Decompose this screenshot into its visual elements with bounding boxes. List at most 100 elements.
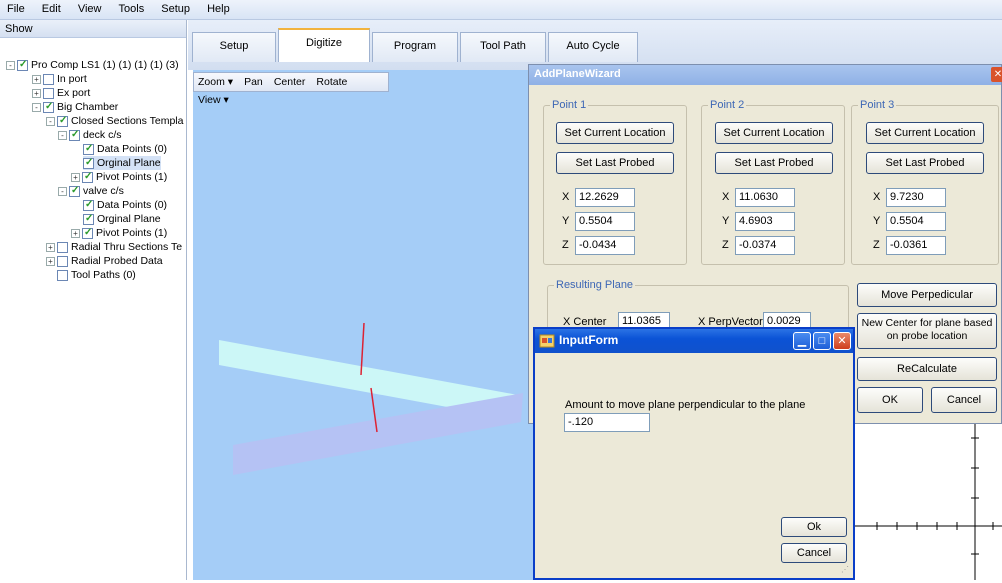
set-last-probed-button[interactable]: Set Last Probed	[715, 152, 833, 174]
3d-viewport[interactable]	[193, 70, 533, 580]
y-label: Y	[722, 215, 730, 227]
set-last-probed-button[interactable]: Set Last Probed	[556, 152, 674, 174]
node-checkbox[interactable]	[69, 128, 80, 142]
menu-setup[interactable]: Setup	[154, 0, 197, 15]
amount-input[interactable]: -.120	[564, 413, 650, 432]
z-field[interactable]: -0.0434	[575, 236, 635, 255]
ok-button[interactable]: OK	[857, 387, 923, 413]
x-label: X	[562, 191, 570, 203]
tree-node[interactable]: -Pro Comp LS1 (1) (1) (1) (1) (3)	[6, 58, 179, 72]
node-checkbox[interactable]	[17, 58, 28, 72]
z-field[interactable]: -0.0361	[886, 236, 946, 255]
menu-edit[interactable]: Edit	[35, 0, 68, 15]
view-menu[interactable]: View ▾	[194, 91, 233, 109]
tree-node[interactable]: +Pivot Points (1)	[71, 170, 167, 184]
recalculate-button[interactable]: ReCalculate	[857, 357, 997, 381]
collapse-icon[interactable]: -	[46, 116, 55, 126]
x-field[interactable]: 9.7230	[886, 188, 946, 207]
tree-node[interactable]: -valve c/s	[58, 184, 124, 198]
node-checkbox[interactable]	[57, 114, 68, 128]
tree-panel: Show -Pro Comp LS1 (1) (1) (1) (1) (3) +…	[0, 20, 187, 580]
tree-node[interactable]: Data Points (0)	[83, 198, 167, 212]
tree-node[interactable]: + Radial Probed Data	[46, 254, 163, 268]
cancel-button[interactable]: Cancel	[931, 387, 997, 413]
node-checkbox[interactable]	[57, 269, 68, 281]
close-icon[interactable]: ✕	[833, 332, 851, 350]
y-field[interactable]: 0.5504	[575, 212, 635, 231]
group-label: Point 3	[858, 99, 897, 111]
expand-icon[interactable]: +	[46, 256, 55, 266]
tree-node[interactable]: Data Points (0)	[83, 142, 167, 156]
node-checkbox[interactable]	[82, 226, 93, 240]
set-current-location-button[interactable]: Set Current Location	[715, 122, 833, 144]
menu-tools[interactable]: Tools	[112, 0, 152, 15]
expand-icon[interactable]: +	[32, 88, 41, 98]
tree-node-selected[interactable]: Orginal Plane	[83, 156, 161, 170]
node-checkbox[interactable]	[43, 73, 54, 85]
expand-icon[interactable]: +	[71, 172, 80, 182]
x-label: X	[722, 191, 730, 203]
tree-node[interactable]: + Radial Thru Sections Te	[46, 240, 182, 254]
maximize-icon[interactable]: □	[813, 332, 831, 350]
node-checkbox[interactable]	[83, 142, 94, 156]
menu-view[interactable]: View	[71, 0, 109, 15]
node-checkbox[interactable]	[83, 212, 94, 226]
tab-digitize[interactable]: Digitize	[278, 28, 370, 62]
expand-icon[interactable]: +	[71, 228, 80, 238]
zoom-menu[interactable]: Zoom ▾	[194, 73, 237, 91]
tree-node[interactable]: Orginal Plane	[83, 212, 161, 226]
close-icon[interactable]: ✕	[991, 67, 1002, 82]
node-checkbox[interactable]	[43, 100, 54, 114]
center-button[interactable]: Center	[270, 73, 310, 91]
z-label: Z	[562, 239, 569, 251]
expand-icon[interactable]: +	[46, 242, 55, 252]
node-checkbox[interactable]	[83, 156, 94, 170]
y-field[interactable]: 4.6903	[735, 212, 795, 231]
node-checkbox[interactable]	[83, 198, 94, 212]
tab-setup[interactable]: Setup	[192, 32, 276, 62]
collapse-icon[interactable]: -	[6, 60, 15, 70]
point-2-group: Point 2 Set Current Location Set Last Pr…	[701, 99, 845, 265]
tree-node[interactable]: -Big Chamber	[32, 100, 118, 114]
resize-grip-icon[interactable]: ⋰	[841, 566, 851, 576]
move-perpendicular-button[interactable]: Move Perpedicular	[857, 283, 997, 307]
tab-tool-path[interactable]: Tool Path	[460, 32, 546, 62]
x-label: X	[873, 191, 881, 203]
node-checkbox[interactable]	[43, 87, 54, 99]
new-center-button[interactable]: New Center for plane based on probe loca…	[857, 313, 997, 349]
set-current-location-button[interactable]: Set Current Location	[556, 122, 674, 144]
tree-node[interactable]: + Ex port	[32, 86, 90, 100]
set-last-probed-button[interactable]: Set Last Probed	[866, 152, 984, 174]
tree-node[interactable]: +Pivot Points (1)	[71, 226, 167, 240]
expand-icon[interactable]: +	[32, 74, 41, 84]
node-checkbox[interactable]	[82, 170, 93, 184]
input-cancel-button[interactable]: Cancel	[781, 543, 847, 563]
tab-program[interactable]: Program	[372, 32, 458, 62]
app-icon	[539, 334, 555, 348]
wizard-title: AddPlaneWizard	[529, 65, 1001, 85]
z-field[interactable]: -0.0374	[735, 236, 795, 255]
tree-node[interactable]: + In port	[32, 72, 87, 86]
menu-help[interactable]: Help	[200, 0, 237, 15]
y-label: Y	[562, 215, 570, 227]
tree-node[interactable]: Tool Paths (0)	[57, 268, 136, 282]
rotate-button[interactable]: Rotate	[312, 73, 351, 91]
input-ok-button[interactable]: Ok	[781, 517, 847, 537]
tree-node[interactable]: -deck c/s	[58, 128, 122, 142]
x-field[interactable]: 11.0630	[735, 188, 795, 207]
node-checkbox[interactable]	[57, 255, 68, 267]
tab-auto-cycle[interactable]: Auto Cycle	[548, 32, 638, 62]
y-field[interactable]: 0.5504	[886, 212, 946, 231]
menu-file[interactable]: File	[0, 0, 32, 15]
set-current-location-button[interactable]: Set Current Location	[866, 122, 984, 144]
collapse-icon[interactable]: -	[58, 186, 67, 196]
x-field[interactable]: 12.2629	[575, 188, 635, 207]
pan-button[interactable]: Pan	[240, 73, 267, 91]
node-checkbox[interactable]	[69, 184, 80, 198]
node-checkbox[interactable]	[57, 241, 68, 253]
tree-node[interactable]: -Closed Sections Templa	[46, 114, 183, 128]
y-label: Y	[873, 215, 881, 227]
collapse-icon[interactable]: -	[58, 130, 67, 140]
collapse-icon[interactable]: -	[32, 102, 41, 112]
minimize-icon[interactable]: ▁	[793, 332, 811, 350]
